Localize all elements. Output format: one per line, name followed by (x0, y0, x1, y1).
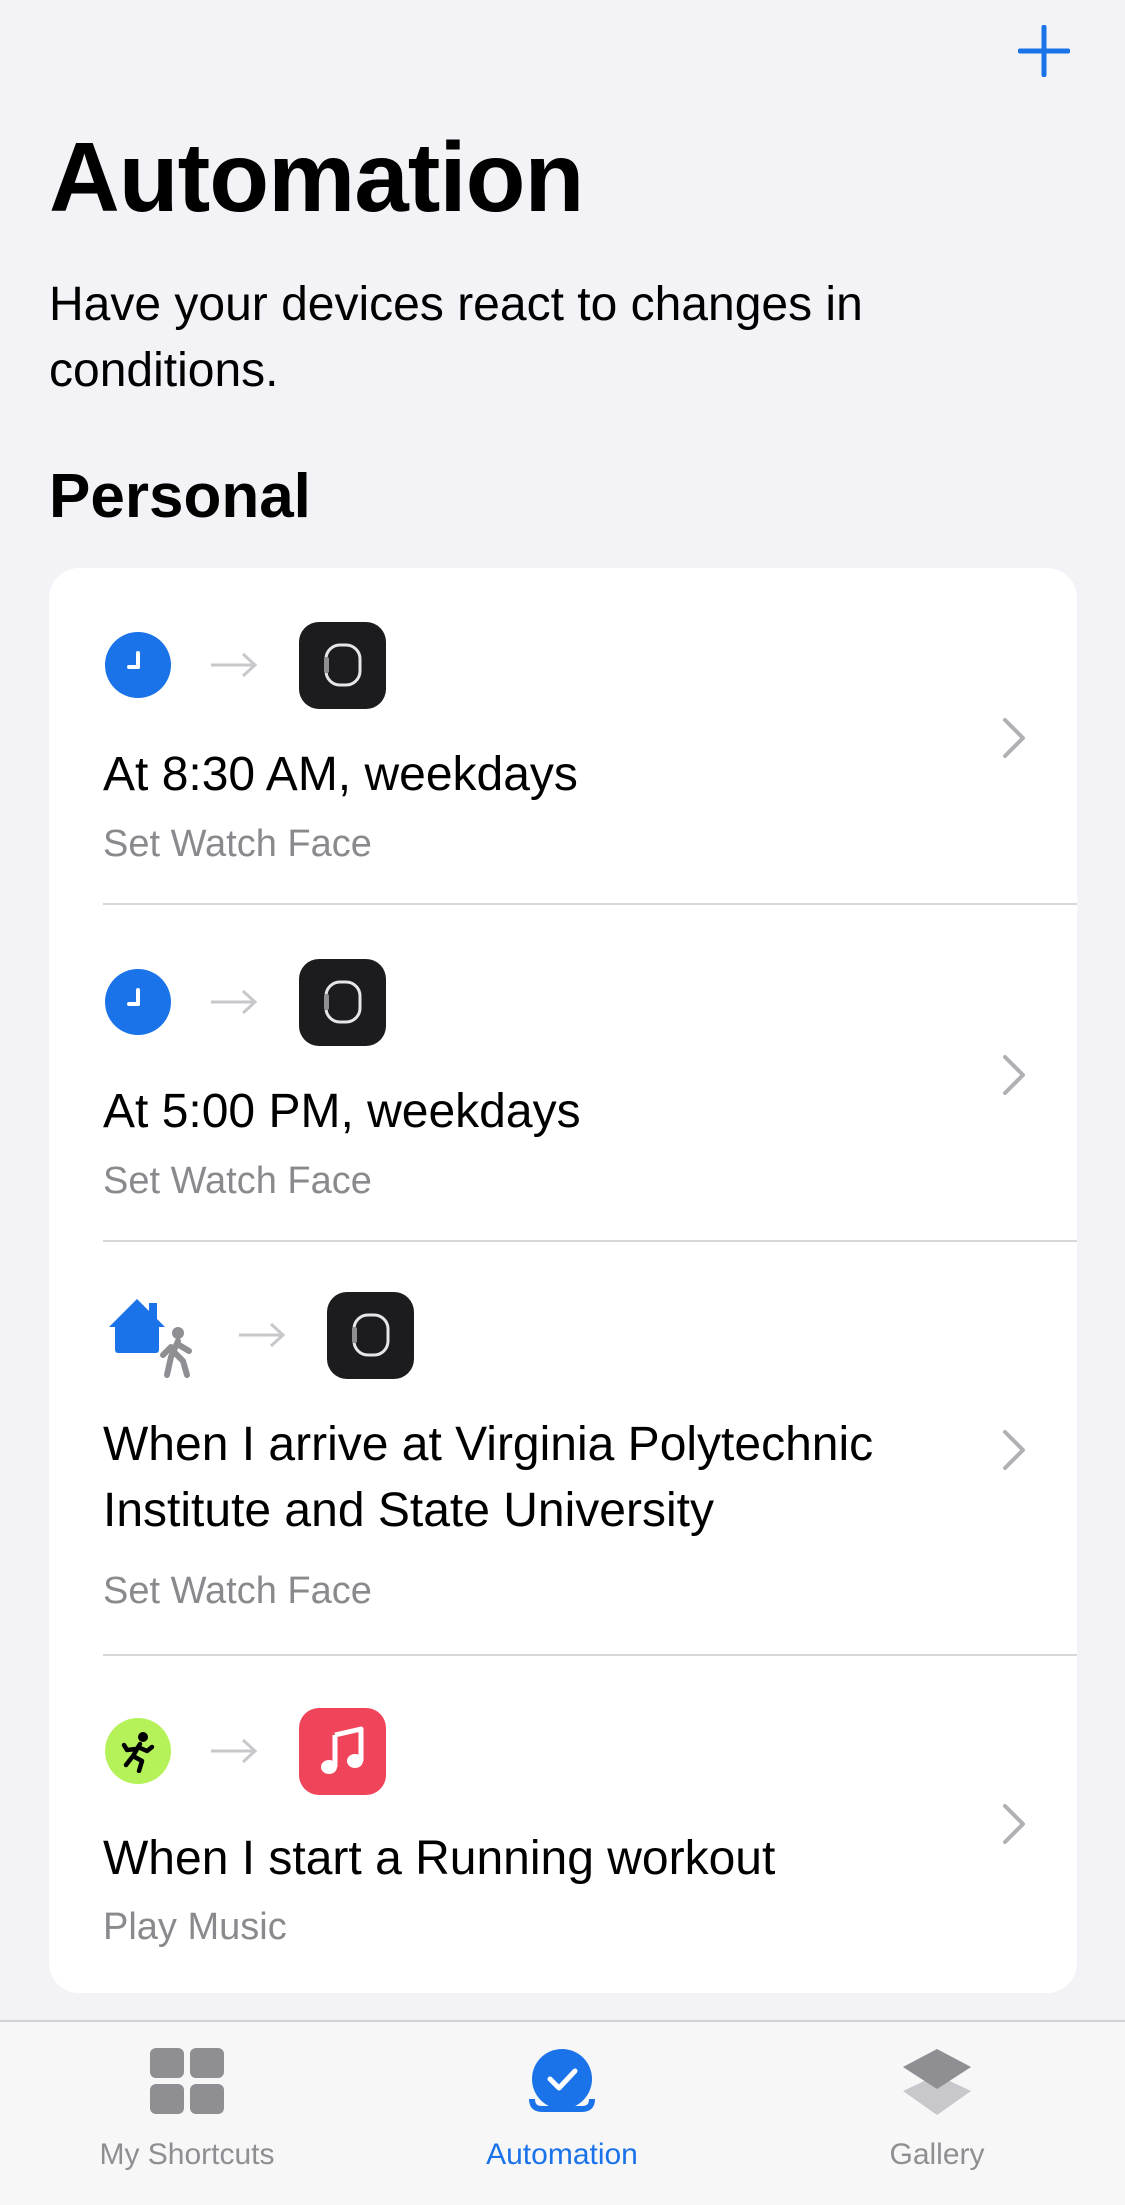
tab-bar: My Shortcuts Automation Gallery (0, 2020, 1125, 2205)
music-note-icon (299, 1707, 386, 1795)
watch-face-icon (299, 621, 386, 709)
automation-row[interactable]: At 5:00 PM, weekdays Set Watch Face (49, 905, 1077, 1242)
automation-icons (105, 620, 386, 710)
workout-running-icon (105, 1718, 171, 1784)
automation-title: When I start a Running workout (103, 1832, 776, 1885)
tab-my-shortcuts[interactable]: My Shortcuts (37, 2036, 337, 2186)
page-subtitle: Have your devices react to changes in co… (49, 278, 863, 397)
plus-icon (1018, 25, 1070, 77)
automation-row[interactable]: When I arrive at Virginia Polytechnic In… (49, 1242, 1077, 1656)
automation-row[interactable]: When I start a Running workout Play Musi… (49, 1656, 1077, 1993)
layers-icon (899, 2036, 975, 2126)
clock-icon (105, 969, 171, 1035)
watch-face-icon (327, 1291, 414, 1379)
arrow-right-icon (209, 1736, 259, 1766)
tab-automation[interactable]: Automation (412, 2036, 712, 2186)
arrive-home-icon (105, 1289, 197, 1381)
automation-icons (105, 1290, 414, 1380)
automation-action: Set Watch Face (103, 823, 372, 865)
automation-title: When I arrive at Virginia Polytechnic In… (103, 1418, 874, 1537)
automations-list: At 8:30 AM, weekdays Set Watch Face At 5… (49, 568, 1077, 1993)
add-automation-button[interactable] (1015, 18, 1073, 84)
arrow-right-icon (237, 1320, 287, 1350)
automation-screen: Automation Have your devices react to ch… (0, 0, 1125, 2205)
automation-icons (105, 1706, 386, 1796)
tab-label: Automation (486, 2138, 638, 2171)
clock-icon (105, 632, 171, 698)
automation-title: At 5:00 PM, weekdays (103, 1085, 581, 1138)
grid-icon (148, 2036, 226, 2126)
arrow-right-icon (209, 987, 259, 1017)
checkmark-icon (524, 2036, 600, 2126)
chevron-right-icon (1003, 1055, 1025, 1095)
arrow-right-icon (209, 650, 259, 680)
tab-gallery[interactable]: Gallery (787, 2036, 1087, 2186)
automation-title: At 8:30 AM, weekdays (103, 748, 578, 801)
section-title-personal: Personal (49, 462, 311, 531)
chevron-right-icon (1003, 1430, 1025, 1470)
automation-row[interactable]: At 8:30 AM, weekdays Set Watch Face (49, 568, 1077, 905)
automation-icons (105, 957, 386, 1047)
automation-action: Play Music (103, 1906, 287, 1948)
page-title: Automation (49, 122, 584, 232)
automation-action: Set Watch Face (103, 1570, 372, 1612)
tab-label: Gallery (889, 2138, 985, 2171)
chevron-right-icon (1003, 1804, 1025, 1844)
automation-action: Set Watch Face (103, 1160, 372, 1202)
chevron-right-icon (1003, 718, 1025, 758)
tab-label: My Shortcuts (99, 2138, 275, 2171)
watch-face-icon (299, 958, 386, 1046)
